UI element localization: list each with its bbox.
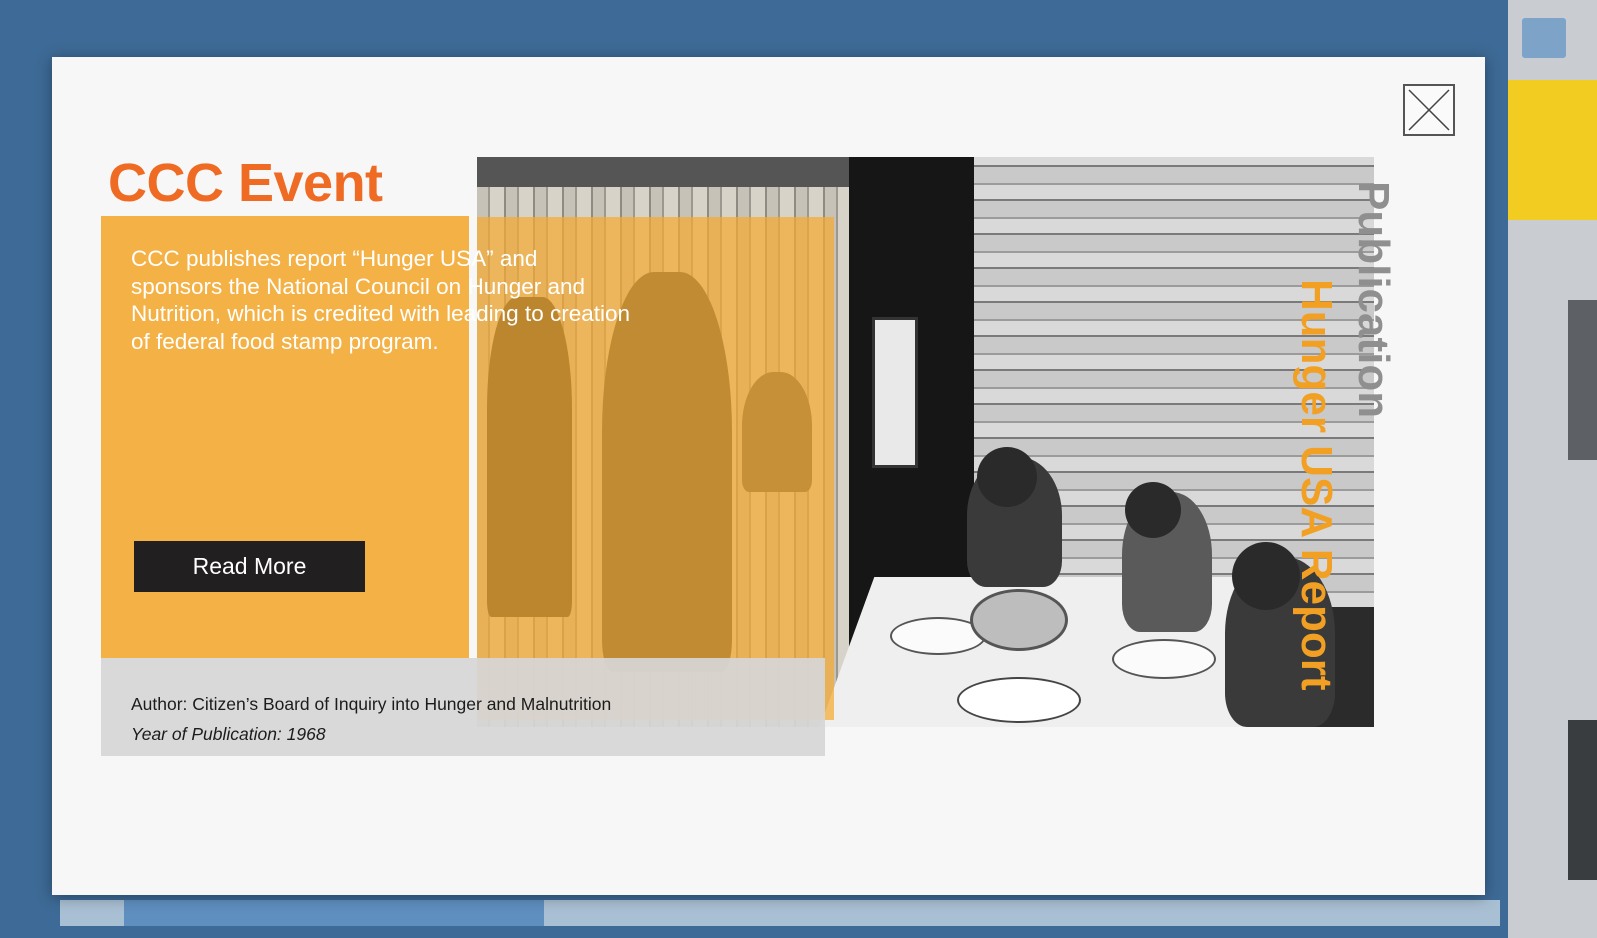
background-thumbnail	[1522, 18, 1566, 58]
background-timeline-bar	[60, 900, 1500, 926]
category-label: Publication	[1349, 181, 1398, 419]
background-yellow-card	[1508, 80, 1597, 220]
publication-author: Author: Citizen’s Board of Inquiry into …	[131, 694, 612, 714]
close-button[interactable]	[1403, 84, 1455, 136]
background-timeline-segment	[124, 900, 544, 926]
event-modal: CCC Event Read More CCC publishes report…	[52, 57, 1485, 895]
publication-meta: Author: Citizen’s Board of Inquiry into …	[101, 658, 825, 756]
background-dark-card	[1568, 720, 1597, 880]
event-description: CCC publishes report “Hunger USA” and sp…	[131, 246, 630, 354]
report-name-label: Hunger USA Report	[1292, 279, 1341, 691]
publication-year: Year of Publication: 1968	[131, 724, 326, 744]
background-sidebar	[1508, 0, 1597, 938]
event-photo	[477, 157, 1374, 727]
read-more-button[interactable]: Read More	[134, 541, 365, 592]
close-icon	[1408, 89, 1450, 131]
background-dark-card	[1568, 300, 1597, 460]
event-title: CCC Event	[108, 153, 383, 213]
